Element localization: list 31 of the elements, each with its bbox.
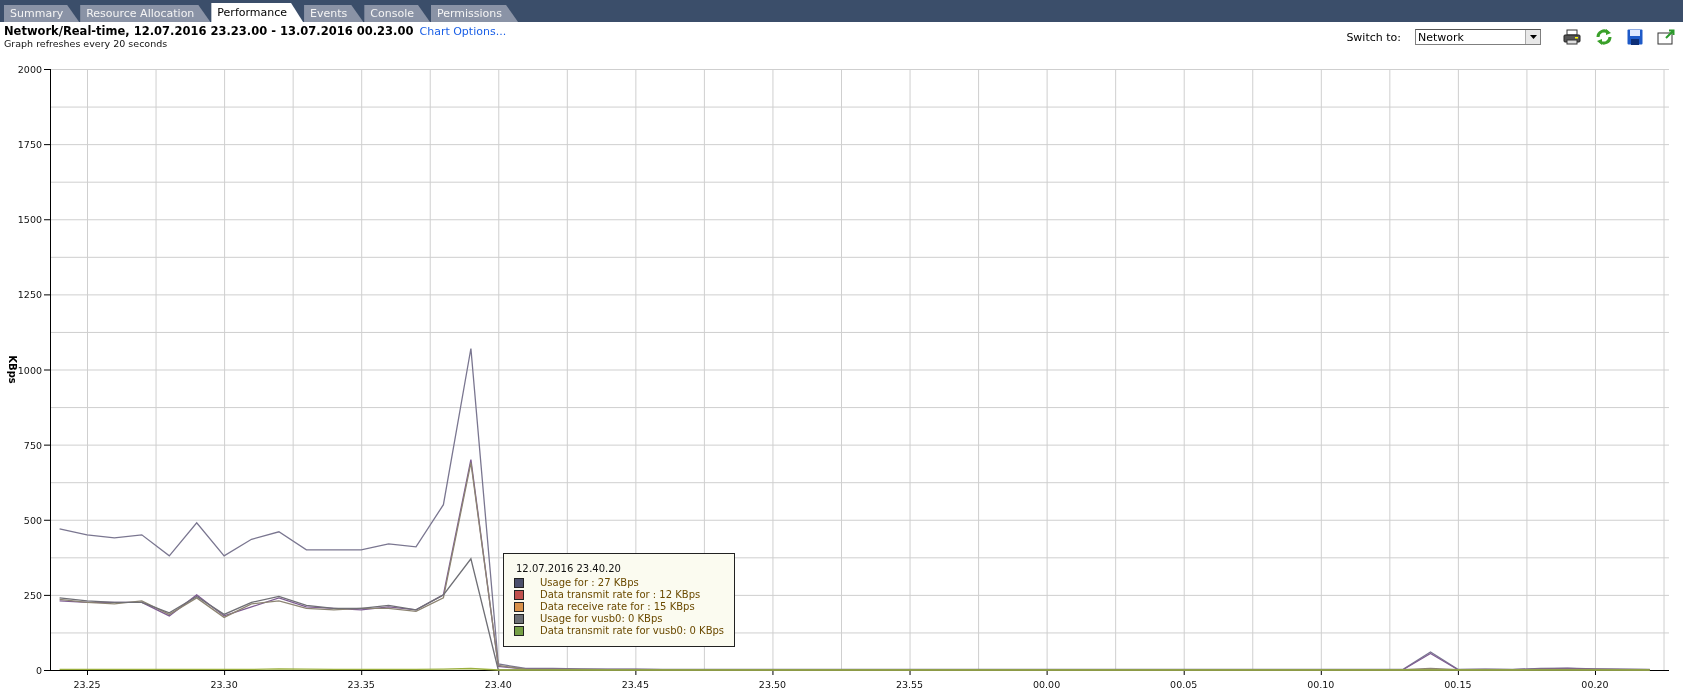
tooltip-value: Usage for vusb0: 0 KBps bbox=[540, 613, 663, 624]
x-tick-label: 23.55 bbox=[895, 679, 924, 690]
y-tick-label: 2000 bbox=[17, 66, 42, 75]
y-tick-label: 0 bbox=[35, 665, 42, 676]
x-tick-label: 00.05 bbox=[1170, 679, 1198, 690]
switch-to-label: Switch to: bbox=[1346, 30, 1401, 44]
chart-title: Network/Real-time, 12.07.2016 23.23.00 - 13.07.2016 00.23.00 bbox=[4, 24, 414, 38]
tooltip-timestamp: 12.07.2016 23.40.20 bbox=[515, 563, 622, 574]
x-tick-label: 00.20 bbox=[1581, 679, 1609, 690]
x-tick-label: 23.50 bbox=[758, 679, 787, 690]
y-tick-label: 1000 bbox=[17, 364, 42, 376]
x-tick-label: 23.25 bbox=[73, 679, 101, 690]
y-tick-label: 250 bbox=[23, 589, 42, 601]
x-tick-label: 23.40 bbox=[484, 679, 512, 690]
tooltip-value: Data transmit rate for : 12 KBps bbox=[540, 589, 701, 600]
y-tick-label: 1250 bbox=[17, 289, 42, 301]
y-tick-label: 750 bbox=[23, 439, 42, 451]
x-tick-label: 00.00 bbox=[1033, 679, 1061, 690]
tooltip-value: Data transmit rate for vusb0: 0 KBps bbox=[540, 625, 725, 636]
x-tick-label: 00.15 bbox=[1444, 679, 1472, 690]
refresh-note: Graph refreshes every 20 seconds bbox=[4, 38, 169, 49]
y-tick-label: 500 bbox=[23, 514, 42, 526]
x-tick-label: 00.10 bbox=[1307, 679, 1335, 690]
y-tick-label: 1500 bbox=[17, 214, 42, 226]
x-tick-label: 23.45 bbox=[621, 679, 649, 690]
x-tick-label: 23.35 bbox=[347, 679, 375, 690]
y-axis-label: KBps bbox=[7, 355, 18, 384]
y-tick-label: 1750 bbox=[17, 139, 42, 151]
tooltip-value: Usage for : 27 KBps bbox=[540, 577, 639, 588]
x-tick-label: 23.30 bbox=[210, 679, 238, 690]
tooltip-value: Data receive rate for : 15 KBps bbox=[540, 601, 695, 612]
